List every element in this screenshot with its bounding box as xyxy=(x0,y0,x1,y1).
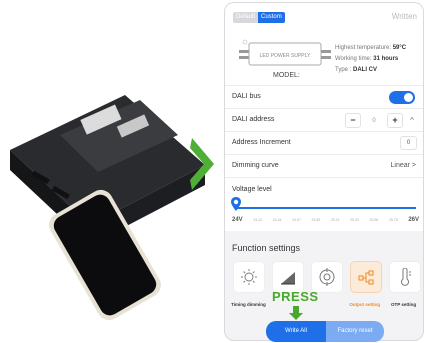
arrow-down-icon xyxy=(289,306,303,320)
function-label: Output setting xyxy=(349,302,381,307)
increment-button[interactable]: + xyxy=(387,113,403,128)
mode-tabs: Default Custom xyxy=(233,12,285,23)
thermometer-icon xyxy=(401,268,411,286)
temp-label: Highest temperature: xyxy=(335,45,392,51)
voltage-tick: 25.11 xyxy=(330,218,340,222)
factory-reset-button[interactable]: Factory reset xyxy=(326,321,384,342)
product-photo xyxy=(10,95,205,321)
dali-address-row: DALI address − 0 + ^ xyxy=(225,108,423,131)
next-arrow-icon xyxy=(190,138,214,190)
target-icon xyxy=(319,268,335,286)
app-screen: Default Custom Written LED POWER SUPPLY … xyxy=(224,2,424,341)
function-icons xyxy=(233,261,421,293)
dimming-ramp-icon xyxy=(281,272,295,285)
voltage-tick: 24.89 xyxy=(311,218,321,222)
time-label: Working time: xyxy=(335,56,372,62)
write-all-button[interactable]: Write All xyxy=(266,321,326,342)
function-label: OTP setting xyxy=(391,302,417,307)
output-setting-button[interactable] xyxy=(350,261,382,293)
voltage-tick: 25.56 xyxy=(369,218,379,222)
address-increment-label: Address Increment xyxy=(232,139,291,146)
dali-address-stepper: − 0 + ^ xyxy=(345,113,417,128)
time-value: 31 hours xyxy=(373,56,399,62)
type-label: Type : xyxy=(335,67,352,73)
tab-default[interactable]: Default xyxy=(233,12,259,23)
press-instruction: PRESS xyxy=(272,289,319,304)
dali-address-value[interactable]: 0 xyxy=(365,118,383,124)
device-label: LED POWER SUPPLY xyxy=(260,53,311,59)
address-increment-row: Address Increment 0 xyxy=(225,131,423,154)
decrement-button[interactable]: − xyxy=(345,113,361,128)
voltage-slider-track[interactable] xyxy=(236,207,416,209)
voltage-tick: 24.67 xyxy=(292,218,301,222)
dimming-curve-row[interactable]: Dimming curve Linear > xyxy=(225,154,423,177)
voltage-level-label: Voltage level xyxy=(232,186,272,193)
tab-custom[interactable]: Custom xyxy=(258,12,285,23)
voltage-tick: 24.44 xyxy=(272,218,282,222)
output-node-icon xyxy=(358,270,374,285)
voltage-tick: 26V xyxy=(408,217,419,223)
dali-bus-label: DALI bus xyxy=(232,93,261,100)
settings-list: DALI bus DALI address − 0 + ^ Address In… xyxy=(225,85,423,231)
device-card: Default Custom Written LED POWER SUPPLY … xyxy=(225,3,423,85)
write-status: Written xyxy=(391,12,417,21)
dali-bus-row: DALI bus xyxy=(225,85,423,108)
voltage-ticks: 24V 24.22 24.44 24.67 24.89 25.11 25.33 … xyxy=(232,217,419,223)
device-specs: Highest temperature: 59°C Working time: … xyxy=(335,43,406,76)
type-value: DALI CV xyxy=(353,67,378,73)
model-label: MODEL: xyxy=(273,72,300,79)
function-settings-title: Function settings xyxy=(232,243,301,253)
temp-value: 59°C xyxy=(392,45,407,51)
voltage-slider-handle[interactable] xyxy=(231,197,241,211)
dimming-curve-label: Dimming curve xyxy=(232,162,279,169)
address-increment-input[interactable]: 0 xyxy=(400,136,417,150)
chevron-up-icon[interactable]: ^ xyxy=(407,116,417,125)
timing-dimming-button[interactable] xyxy=(233,261,265,293)
dali-address-label: DALI address xyxy=(232,116,275,123)
dimming-curve-value[interactable]: Linear > xyxy=(391,162,417,169)
voltage-level-section: Voltage level 24V 24.22 24.44 24.67 24.8… xyxy=(225,177,423,231)
voltage-tick: 24.22 xyxy=(253,218,263,222)
voltage-tick: 25.78 xyxy=(388,218,398,222)
voltage-tick: 25.33 xyxy=(350,218,359,222)
function-label: Timing dimming xyxy=(231,302,266,307)
sun-timer-icon xyxy=(241,269,257,285)
dali-bus-toggle[interactable] xyxy=(389,91,415,104)
voltage-tick: 24V xyxy=(232,217,243,223)
otp-setting-button[interactable] xyxy=(389,261,421,293)
power-supply-image: LED POWER SUPPLY xyxy=(239,39,331,66)
action-buttons: Write All Factory reset xyxy=(266,321,384,342)
function-labels: Timing dimming Output setting OTP settin… xyxy=(229,299,423,311)
